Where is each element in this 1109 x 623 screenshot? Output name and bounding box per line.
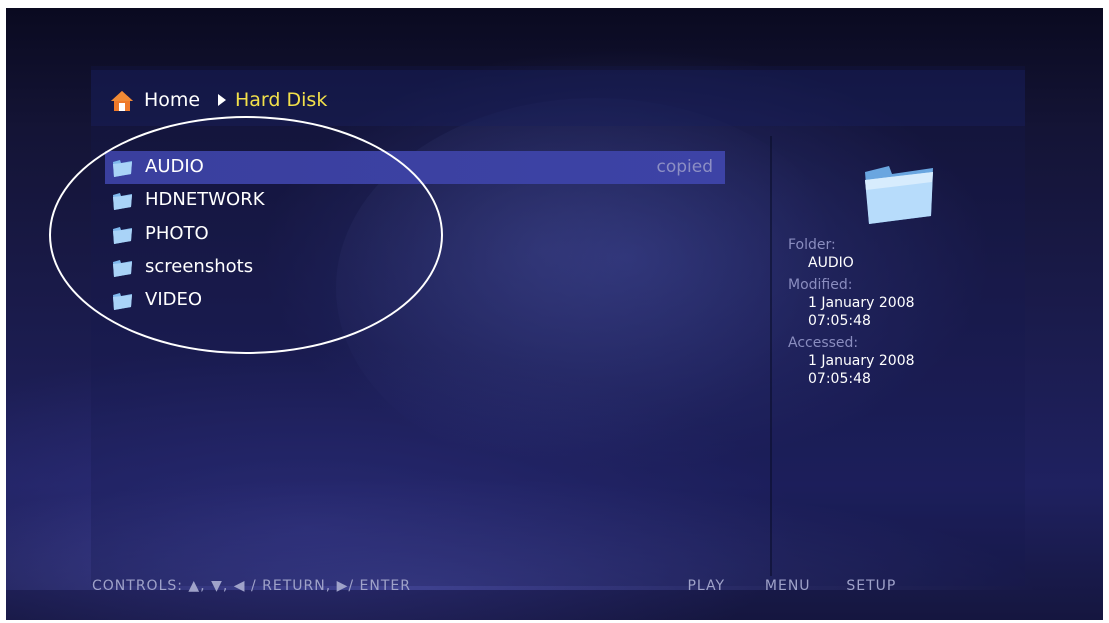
controls-hint: CONTROLS: ▲, ▼, ◀ / RETURN, ▶/ ENTER	[92, 578, 411, 594]
controls-footer: CONTROLS: ▲, ▼, ◀ / RETURN, ▶/ ENTER PLA…	[92, 578, 896, 594]
play-button[interactable]: PLAY	[687, 578, 759, 594]
folder-value: AUDIO	[808, 255, 854, 271]
modified-date: 1 January 2008	[808, 295, 915, 311]
accessed-time: 07:05:48	[808, 371, 871, 387]
annotation-ellipse	[49, 116, 443, 354]
breadcrumb-current: Hard Disk	[235, 89, 328, 111]
folder-label: Folder:	[788, 237, 836, 253]
folder-preview-icon	[865, 166, 933, 224]
file-info-panel: Folder: AUDIO Modified: 1 January 2008 0…	[788, 236, 915, 388]
modified-label: Modified:	[788, 277, 853, 293]
panel-divider	[770, 136, 772, 576]
setup-button[interactable]: SETUP	[846, 578, 896, 594]
accessed-label: Accessed:	[788, 335, 859, 351]
home-icon[interactable]	[110, 90, 134, 112]
breadcrumb-separator-icon	[218, 94, 226, 106]
accessed-date: 1 January 2008	[808, 353, 915, 369]
modified-time: 07:05:48	[808, 313, 871, 329]
breadcrumb-home[interactable]: Home	[144, 89, 200, 111]
list-item-status: copied	[656, 157, 713, 177]
menu-button[interactable]: MENU	[765, 578, 841, 594]
